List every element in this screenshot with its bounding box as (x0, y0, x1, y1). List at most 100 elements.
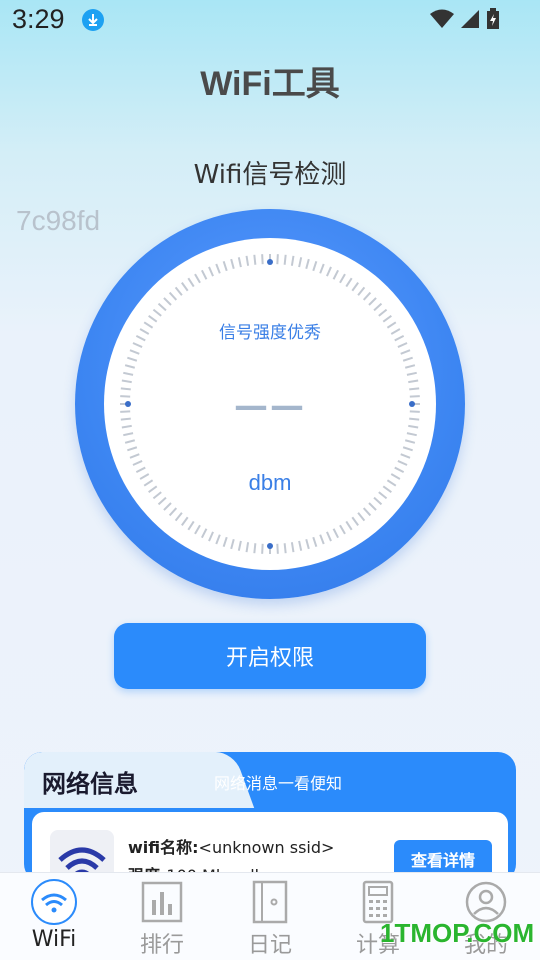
gauge-tick (222, 261, 228, 272)
nav-label-diary: 日记 (247, 933, 292, 958)
gauge-tick (208, 266, 214, 277)
nav-item-diary[interactable]: 日记 (216, 873, 324, 960)
wifi-icon (30, 879, 78, 925)
network-info-title: 网络信息 (42, 770, 138, 798)
gauge-tick (194, 273, 201, 284)
notebook-icon (246, 879, 294, 925)
gauge-tick (168, 291, 178, 301)
status-bar: 3:29 (0, 0, 540, 44)
gauge-tick (406, 432, 417, 437)
battery-icon (487, 8, 499, 29)
wifi-name-value: <unknown ssid> (198, 838, 335, 857)
gauge-tick (298, 257, 303, 268)
gauge-tick (339, 524, 346, 535)
gauge-tick (215, 534, 221, 545)
network-info-card: 网络信息 网络消息一看便知 wifi名称:<unknown ssid> 强度:1… (24, 752, 516, 882)
gauge-tick (283, 254, 287, 265)
gauge-tick (152, 308, 162, 317)
gauge-tick (404, 364, 416, 369)
gauge-tick (332, 528, 339, 539)
gauge-tick (378, 308, 388, 317)
gauge-tick (345, 277, 353, 288)
gauge-tick (245, 255, 250, 266)
gauge-tick (400, 453, 411, 459)
signal-value: —— (234, 386, 306, 426)
wifi-name-row: wifi名称:<unknown ssid> (128, 834, 334, 858)
gauge-tick (290, 542, 295, 553)
gauge-tick (373, 496, 383, 506)
gauge-tick (397, 460, 408, 466)
gauge-tick (298, 540, 303, 551)
gauge-tick (326, 266, 332, 277)
gauge-tick (123, 371, 134, 376)
status-icons (430, 8, 500, 30)
signal-quality-label: 信号强度优秀 (219, 323, 321, 343)
gauge-tick (402, 446, 413, 452)
gauge-tick (362, 291, 372, 301)
gauge-tick (408, 379, 419, 384)
gauge-tick (129, 453, 140, 459)
overlay-id-text: 7c98fd (16, 205, 101, 236)
gauge-tick (332, 269, 339, 280)
gauge-tick (230, 258, 235, 270)
gauge-tick (174, 286, 183, 296)
gauge-tick (276, 543, 279, 554)
gauge-tick (157, 302, 167, 312)
gauge-tick (187, 277, 195, 288)
gauge-tick (408, 424, 419, 429)
gauge-tick (339, 273, 346, 284)
wifi-signal-icon (430, 9, 454, 28)
gauge-tick (132, 342, 143, 348)
gauge-tick (201, 269, 208, 280)
app-title: WiFi工具 (200, 65, 340, 103)
gauge-tick (253, 254, 257, 265)
gauge-tick (368, 297, 377, 306)
gauge-tick (326, 531, 332, 542)
gauge-tick (319, 534, 325, 545)
gauge-tick (402, 356, 413, 362)
gauge-tick (215, 263, 221, 274)
gauge-tick (397, 342, 408, 348)
cell-signal-icon (461, 10, 479, 28)
gauge-tick (123, 432, 134, 437)
gauge-tick (400, 349, 411, 355)
gauge-tick (319, 263, 325, 274)
gauge-tick (312, 261, 318, 272)
nav-label-wifi: WiFi (31, 927, 77, 952)
gauge-tick (305, 258, 310, 270)
gauge-tick (168, 507, 178, 517)
gauge-tick (124, 364, 136, 369)
gauge-tick (201, 528, 208, 539)
gauge-tick (127, 446, 138, 452)
gauge-tick (357, 512, 366, 522)
gauge-tick (132, 460, 143, 466)
gauge-marker-dot (267, 259, 273, 265)
nav-item-ranking[interactable]: 排行 (108, 873, 216, 960)
gauge-tick (157, 496, 167, 506)
gauge-tick (121, 379, 132, 384)
signal-unit: dbm (248, 470, 292, 495)
gauge-tick (237, 540, 242, 551)
gauge-tick (194, 524, 201, 535)
gauge-tick (368, 502, 377, 511)
section-title: Wifi信号检测 (193, 160, 347, 190)
gauge-tick (261, 543, 264, 554)
gauge-tick (312, 536, 318, 547)
gauge-tick (163, 502, 172, 511)
gauge-tick (245, 542, 250, 553)
status-time: 3:29 (12, 4, 65, 34)
gauge-tick (187, 520, 195, 531)
gauge-tick (222, 536, 228, 547)
gauge-tick (121, 424, 132, 429)
network-info-subtitle: 网络消息一看便知 (214, 774, 343, 793)
enable-permission-button[interactable]: 开启权限 (114, 623, 426, 689)
gauge-tick (351, 516, 359, 526)
gauge-tick (181, 282, 189, 292)
gauge-tick (351, 282, 359, 292)
site-watermark: 1TMOP.COM (380, 918, 535, 948)
gauge-tick (357, 286, 366, 296)
nav-item-wifi[interactable]: WiFi (0, 873, 108, 960)
gauge-tick (276, 254, 279, 265)
gauge-tick (163, 297, 172, 306)
gauge-tick (345, 520, 353, 531)
